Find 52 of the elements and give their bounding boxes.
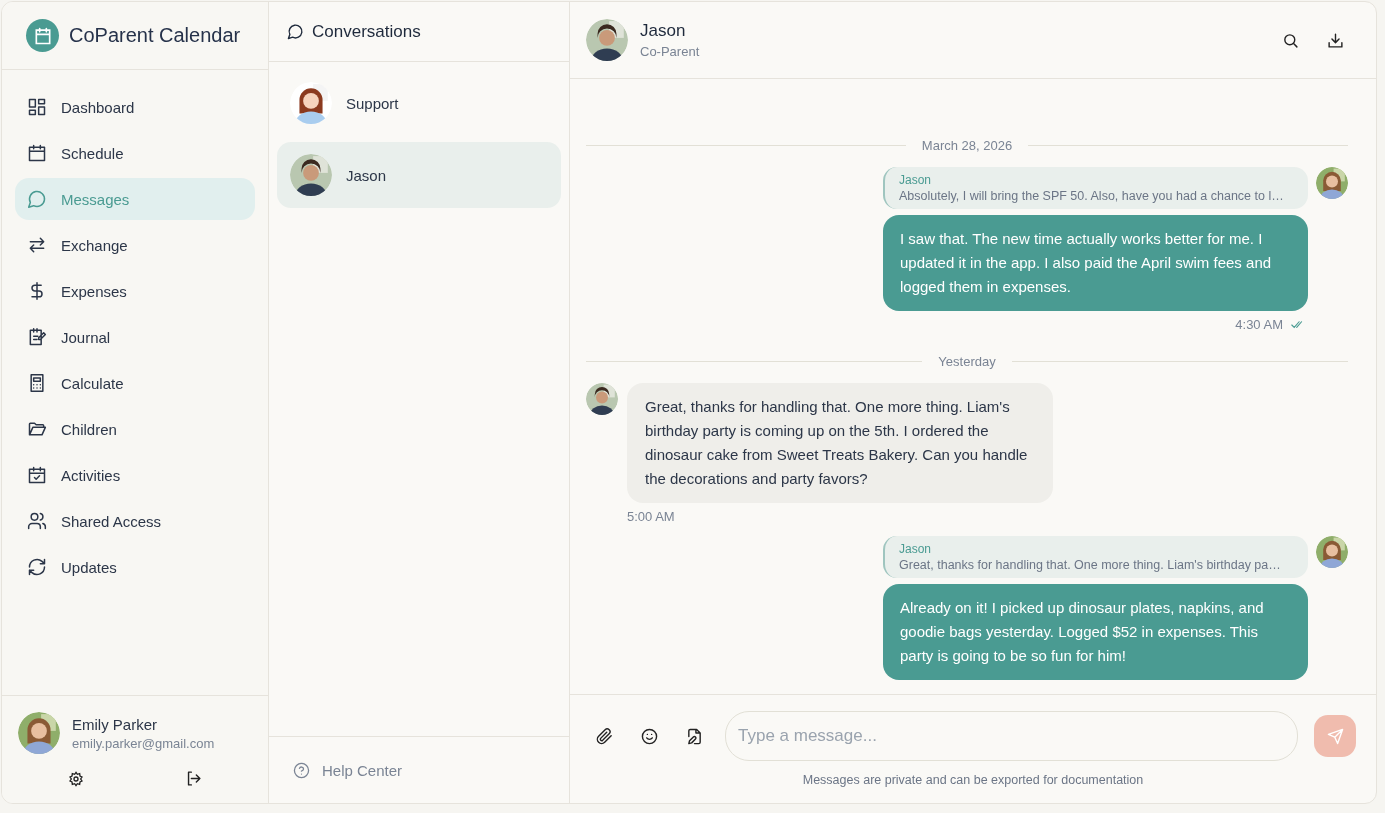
privacy-note: Messages are private and can be exported for documentation bbox=[802, 773, 1144, 787]
help-center-link[interactable]: Help Center bbox=[269, 736, 569, 803]
folder-icon bbox=[27, 419, 47, 439]
nav-item[interactable]: Schedule bbox=[15, 132, 255, 174]
nav-item[interactable]: Dashboard bbox=[15, 86, 255, 128]
date-divider: March 28, 2026 bbox=[921, 138, 1013, 153]
panel-title: Conversations bbox=[312, 21, 421, 42]
contact-name: Jason bbox=[640, 21, 687, 41]
message-time: 5:00 AM bbox=[627, 509, 676, 524]
user-email: emily.parker@gmail.com bbox=[72, 735, 215, 751]
grid-icon bbox=[27, 97, 47, 117]
smiley-icon bbox=[641, 727, 658, 745]
message-bubble: I saw that. The new time actually works better for me. I updated it in the app. I also paid the April swim fees and logged them in expenses. bbox=[883, 215, 1308, 311]
settings-icon bbox=[68, 770, 85, 787]
message-bubble: Already on it! I picked up dinosaur plates, napkins, and goodie bags yesterday. Logged $52 in expenses. This party is going to be so fun for him! bbox=[883, 584, 1308, 680]
date-divider: Yesterday bbox=[938, 354, 996, 369]
arrows-icon bbox=[27, 235, 47, 255]
nav-item[interactable]: Updates bbox=[15, 546, 255, 588]
calendar-icon bbox=[27, 143, 47, 163]
people-icon bbox=[27, 511, 47, 531]
quote-author: Jason bbox=[899, 542, 933, 556]
calendar-logo-icon bbox=[26, 19, 59, 52]
quote-text: Absolutely, I will bring the SPF 50. Also, have you had a chance to l… bbox=[899, 189, 1285, 203]
message-time: 4:30 AM bbox=[1235, 317, 1283, 332]
calculator-icon bbox=[27, 373, 47, 393]
file-pen-icon bbox=[686, 727, 703, 745]
app-title: CoParent Calendar bbox=[69, 24, 241, 47]
message-bubble: Great, thanks for handling that. One more thing. Liam's birthday party is coming up on the 5th. I ordered the dinosaur cake from Sweet Treats Bakery. Can you handle the decorations and party favors? bbox=[627, 383, 1053, 503]
conversation-item[interactable]: Support bbox=[277, 70, 561, 136]
nav-item[interactable]: Calculate bbox=[15, 362, 255, 404]
nav-item[interactable]: Activities bbox=[15, 454, 255, 496]
nav-item[interactable]: Expenses bbox=[15, 270, 255, 312]
message-input[interactable]: Type a message... bbox=[725, 711, 1298, 761]
nav-item[interactable]: Children bbox=[15, 408, 255, 450]
paperclip-icon bbox=[596, 727, 613, 745]
download-icon bbox=[1327, 31, 1344, 49]
conversation-item[interactable]: Jason bbox=[277, 142, 561, 208]
quote-text: Great, thanks for handling that. One more thing. Liam's birthday pa… bbox=[899, 558, 1282, 572]
quote-author: Jason bbox=[899, 173, 933, 187]
chat-bubble-icon bbox=[287, 23, 304, 40]
nav-item[interactable]: Journal bbox=[15, 316, 255, 358]
nav-item[interactable]: Shared Access bbox=[15, 500, 255, 542]
notebook-icon bbox=[27, 327, 47, 347]
search-icon bbox=[1282, 31, 1299, 49]
calendar-check-icon bbox=[27, 465, 47, 485]
refresh-icon bbox=[27, 557, 47, 577]
nav-item[interactable]: Exchange bbox=[15, 224, 255, 266]
contact-role: Co-Parent bbox=[640, 44, 701, 59]
chat-bubble-icon bbox=[27, 189, 47, 209]
send-icon bbox=[1326, 727, 1344, 745]
user-name: Emily Parker bbox=[72, 715, 158, 733]
help-icon bbox=[293, 761, 310, 779]
